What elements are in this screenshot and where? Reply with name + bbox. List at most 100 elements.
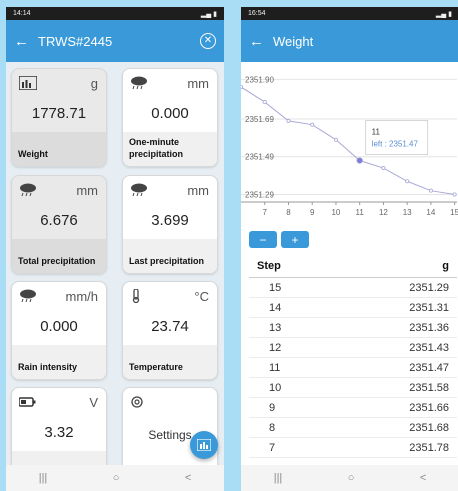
- power-card[interactable]: V 3.32 Power: [11, 387, 107, 472]
- rain-intensity-value: 0.000: [40, 318, 78, 335]
- weight-label: Weight: [12, 132, 106, 166]
- data-point: [262, 100, 267, 105]
- step-cell: 12: [249, 337, 337, 358]
- weight-card[interactable]: g 1778.71 Weight: [11, 68, 107, 167]
- x-tick-label: 15: [450, 208, 458, 217]
- rain-intensity-label: Rain intensity: [12, 345, 106, 379]
- back-arrow-icon[interactable]: ←: [14, 33, 38, 50]
- home-icon[interactable]: ○: [113, 472, 120, 484]
- data-point: [310, 122, 315, 127]
- step-cell: 7: [249, 437, 337, 458]
- settings-card[interactable]: Settings: [122, 387, 218, 472]
- close-icon[interactable]: ✕: [200, 33, 216, 49]
- nav-back-icon[interactable]: <: [185, 472, 191, 484]
- table-row: 13 2351.36: [249, 317, 457, 338]
- thermometer-icon: [132, 289, 140, 303]
- zoom-out-button[interactable]: −: [249, 231, 277, 248]
- page-title: TRWS#2445: [38, 33, 113, 49]
- rain-intensity-card[interactable]: mm/h 0.000 Rain intensity: [11, 281, 107, 380]
- step-cell: 8: [249, 417, 337, 438]
- temperature-value: 23.74: [151, 318, 189, 335]
- table-row: 11 2351.47: [249, 357, 457, 378]
- sensor-grid: g 1778.71 Weight mm 0.000 One-minute pre…: [6, 62, 224, 472]
- one-minute-precipitation-card[interactable]: mm 0.000 One-minute precipitation: [122, 68, 218, 167]
- bar-chart-icon: [197, 439, 211, 451]
- tooltip-box: [365, 120, 429, 155]
- weight-value: 1778.71: [31, 105, 87, 122]
- tooltip-value: left : 2351.47: [372, 140, 419, 149]
- grams-cell: 2351.43: [336, 337, 457, 358]
- step-header: Step: [249, 255, 337, 278]
- last-precipitation-label: Last precipitation: [123, 239, 217, 273]
- table-header-row: Step g: [249, 255, 457, 278]
- data-point: [286, 118, 291, 123]
- total-precipitation-value: 6.676: [40, 212, 78, 229]
- rain-cloud-icon: [131, 183, 147, 197]
- power-unit: V: [89, 395, 98, 410]
- gear-icon: [131, 396, 143, 408]
- grams-cell: 2351.36: [336, 317, 457, 338]
- temperature-card[interactable]: °C 23.74 Temperature: [122, 281, 218, 380]
- grams-header: g: [336, 255, 457, 278]
- status-icons: ▂▄ ▮: [200, 10, 217, 18]
- x-tick-label: 11: [356, 208, 365, 217]
- total-precipitation-card[interactable]: mm 6.676 Total precipitation: [11, 175, 107, 274]
- temperature-label: Temperature: [123, 345, 217, 379]
- rain-cloud-icon: [20, 183, 36, 197]
- y-tick-label: 2351.90: [245, 75, 274, 84]
- back-arrow-icon[interactable]: ←: [249, 33, 273, 50]
- x-tick-label: 12: [379, 208, 388, 217]
- phone-right: 16:54 ▂▄ ▮ ← Weight 2351.90 2351.69 2351.4…: [241, 7, 458, 491]
- table-row: 14 2351.31: [249, 297, 457, 318]
- zoom-buttons: − +: [249, 231, 309, 248]
- x-tick-label: 14: [426, 208, 435, 217]
- grams-cell: 2351.31: [336, 297, 457, 318]
- grams-cell: 2351.78: [336, 437, 457, 458]
- x-tick-label: 8: [286, 208, 291, 217]
- battery-icon: [19, 397, 36, 407]
- weight-chart: 2351.90 2351.69 2351.49 2351.29 7 8 9 10 11 12 13 1…: [241, 62, 458, 227]
- x-tick-label: 10: [331, 208, 340, 217]
- last-precipitation-unit: mm: [187, 183, 209, 198]
- grams-cell: 2351.29: [336, 277, 457, 298]
- one-minute-precipitation-label: One-minute precipitation: [123, 132, 217, 166]
- rain-intensity-unit: mm/h: [65, 289, 99, 304]
- recent-apps-icon[interactable]: |||: [39, 472, 48, 484]
- status-bar: 14:14 ▂▄ ▮: [6, 7, 224, 20]
- table-row: 15 2351.29: [249, 277, 457, 298]
- recent-apps-icon[interactable]: |||: [274, 472, 283, 484]
- status-bar: 16:54 ▂▄ ▮: [241, 7, 458, 20]
- data-point: [241, 84, 243, 89]
- y-tick-label: 2351.69: [245, 115, 274, 124]
- chart-fab-button[interactable]: [190, 431, 218, 459]
- nav-back-icon[interactable]: <: [420, 472, 426, 484]
- data-point: [405, 179, 410, 184]
- temperature-unit: °C: [194, 289, 209, 304]
- step-cell: 15: [249, 277, 337, 298]
- system-nav-bar: ||| ○ <: [241, 465, 458, 491]
- grams-cell: 2351.66: [336, 397, 457, 418]
- page-title: Weight: [273, 33, 314, 49]
- step-cell: 11: [249, 357, 337, 378]
- step-table-container: Step g 15 2351.29 14 2351.31 13 2351.36 12 2351…: [249, 255, 457, 465]
- x-tick-label: 13: [403, 208, 412, 217]
- data-point: [356, 157, 363, 164]
- rain-cloud-icon: [20, 289, 36, 303]
- last-precipitation-card[interactable]: mm 3.699 Last precipitation: [122, 175, 218, 274]
- table-row: 12 2351.43: [249, 337, 457, 358]
- weight-line-chart: 2351.90 2351.69 2351.49 2351.29 7 8 9 10 11 12 13 1…: [241, 75, 458, 217]
- system-nav-bar: ||| ○ <: [6, 465, 224, 491]
- rain-cloud-icon: [131, 76, 147, 90]
- table-row: 8 2351.68: [249, 417, 457, 438]
- weight-unit: g: [90, 76, 98, 91]
- zoom-in-button[interactable]: +: [281, 231, 309, 248]
- home-icon[interactable]: ○: [348, 472, 355, 484]
- data-point: [452, 192, 457, 197]
- last-precipitation-value: 3.699: [151, 212, 189, 229]
- step-table: Step g 15 2351.29 14 2351.31 13 2351.36 12 2351…: [249, 255, 457, 458]
- step-cell: 10: [249, 377, 337, 398]
- tooltip-step: 11: [372, 128, 381, 137]
- data-point: [428, 188, 433, 193]
- data-point: [381, 166, 386, 171]
- table-row: 10 2351.58: [249, 377, 457, 398]
